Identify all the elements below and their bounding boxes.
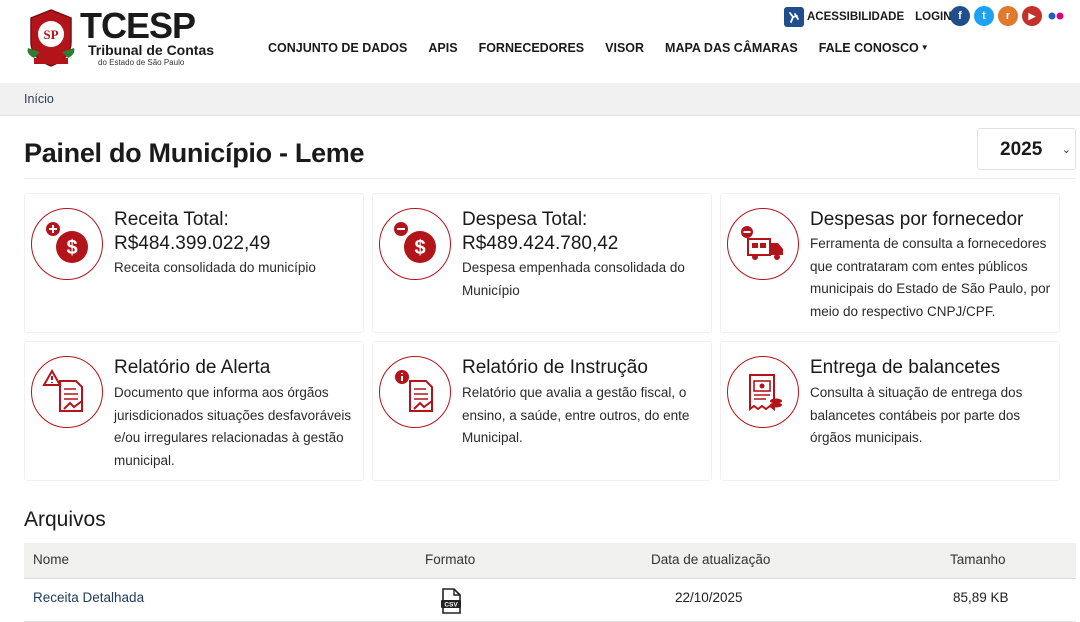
- expense-icon: $: [379, 208, 451, 280]
- card-description: Relatório que avalia a gestão fiscal, o …: [462, 385, 690, 445]
- card-title: Relatório de Alerta: [114, 357, 271, 378]
- card-title: Relatório de Instrução: [462, 357, 648, 378]
- card-description: Receita consolidada do município: [114, 260, 316, 275]
- card-description: Consulta à situação de entrega dos balan…: [810, 385, 1023, 445]
- card-entrega-de-balancetes[interactable]: Entrega de balancetes Consulta à situaçã…: [720, 341, 1060, 481]
- login-link[interactable]: LOGIN: [915, 11, 951, 23]
- year-select[interactable]: 2025 ⌄: [977, 128, 1076, 170]
- main-nav: CONJUNTO DE DADOS APIS FORNECEDORES VISO…: [268, 40, 950, 56]
- card-receita-total[interactable]: $ Receita Total: R$484.399.022,49 Receit…: [24, 193, 364, 333]
- page-title: Painel do Município - Leme: [24, 138, 365, 168]
- nav-fale-conosco[interactable]: FALE CONOSCO ▼: [819, 40, 929, 56]
- rss-icon[interactable]: r: [998, 6, 1018, 26]
- nav-visor[interactable]: VISOR: [605, 40, 644, 56]
- file-size: 85,89 KB: [953, 590, 1009, 605]
- column-header-formato[interactable]: Formato: [425, 552, 475, 567]
- balance-sheet-icon: [727, 356, 799, 428]
- divider: [24, 178, 1076, 179]
- alert-report-icon: [31, 356, 103, 428]
- nav-conjunto-de-dados[interactable]: CONJUNTO DE DADOS: [268, 40, 407, 56]
- chevron-down-icon: ⌄: [1061, 143, 1071, 156]
- card-description: Ferramenta de consulta a fornecedores qu…: [810, 236, 1051, 319]
- csv-file-icon[interactable]: CSV: [440, 588, 462, 618]
- svg-text:$: $: [414, 237, 425, 259]
- nav-mapa-das-camaras[interactable]: MAPA DAS CÂMARAS: [665, 40, 798, 56]
- card-despesa-total[interactable]: $ Despesa Total: R$489.424.780,42 Despes…: [372, 193, 712, 333]
- social-links: f t r ▶: [950, 6, 1070, 26]
- svg-text:$: $: [66, 237, 77, 259]
- nav-apis[interactable]: APIS: [428, 40, 457, 56]
- nav-fornecedores[interactable]: FORNECEDORES: [479, 40, 585, 56]
- card-title: Entrega de balancetes: [810, 357, 1001, 378]
- year-select-value: 2025: [1000, 139, 1043, 160]
- file-name-link[interactable]: Receita Detalhada: [33, 590, 144, 605]
- breadcrumb-home[interactable]: Início: [24, 92, 54, 106]
- card-relatorio-de-alerta[interactable]: Relatório de Alerta Documento que inform…: [24, 341, 364, 481]
- column-header-nome[interactable]: Nome: [33, 552, 69, 567]
- card-despesas-por-fornecedor[interactable]: Despesas por fornecedor Ferramenta de co…: [720, 193, 1060, 333]
- card-title: Despesas por fornecedor: [810, 209, 1024, 230]
- accessibility-link[interactable]: ACESSIBILIDADE: [807, 11, 904, 23]
- revenue-icon: $: [31, 208, 103, 280]
- seal-text: SP: [43, 27, 58, 42]
- table-row: Receita Detalhada CSV 22/10/2025 85,89 K…: [24, 580, 1076, 622]
- accessibility-icon[interactable]: [784, 7, 804, 27]
- facebook-icon[interactable]: f: [950, 6, 970, 26]
- caret-down-icon: ▼: [920, 43, 929, 52]
- youtube-icon[interactable]: ▶: [1022, 6, 1042, 26]
- logo-subtitle-small: do Estado de São Paulo: [98, 58, 185, 67]
- tcesp-logo[interactable]: SP TCESP Tribunal de Contas do Estado de…: [24, 5, 224, 70]
- logo-subtitle: Tribunal de Contas: [88, 42, 215, 58]
- table-header: Nome Formato Data de atualização Tamanho: [24, 543, 1076, 579]
- file-date: 22/10/2025: [675, 590, 743, 605]
- svg-text:CSV: CSV: [444, 602, 458, 609]
- card-amount: R$484.399.022,49: [114, 233, 271, 254]
- flickr-icon[interactable]: [1046, 6, 1066, 26]
- supplier-truck-icon: [727, 208, 799, 280]
- nav-fale-conosco-label: FALE CONOSCO: [818, 41, 919, 55]
- site-header: SP TCESP Tribunal de Contas do Estado de…: [0, 0, 1080, 82]
- card-description: Documento que informa aos órgãos jurisdi…: [114, 385, 352, 468]
- card-title: Despesa Total:: [462, 209, 588, 230]
- top-links: ACESSIBILIDADE LOGIN: [784, 7, 963, 27]
- instruction-report-icon: [379, 356, 451, 428]
- twitter-icon[interactable]: t: [974, 6, 994, 26]
- card-title: Receita Total:: [114, 209, 229, 230]
- card-description: Despesa empenhada consolidada do Municíp…: [462, 260, 685, 298]
- column-header-data[interactable]: Data de atualização: [651, 552, 770, 567]
- column-header-tamanho[interactable]: Tamanho: [950, 552, 1006, 567]
- card-relatorio-de-instrucao[interactable]: Relatório de Instrução Relatório que ava…: [372, 341, 712, 481]
- section-title-arquivos: Arquivos: [24, 508, 106, 531]
- sp-seal-icon: SP: [27, 9, 75, 67]
- card-amount: R$489.424.780,42: [462, 233, 619, 254]
- logo-title: TCESP: [80, 5, 196, 46]
- breadcrumb: Início: [0, 83, 1080, 116]
